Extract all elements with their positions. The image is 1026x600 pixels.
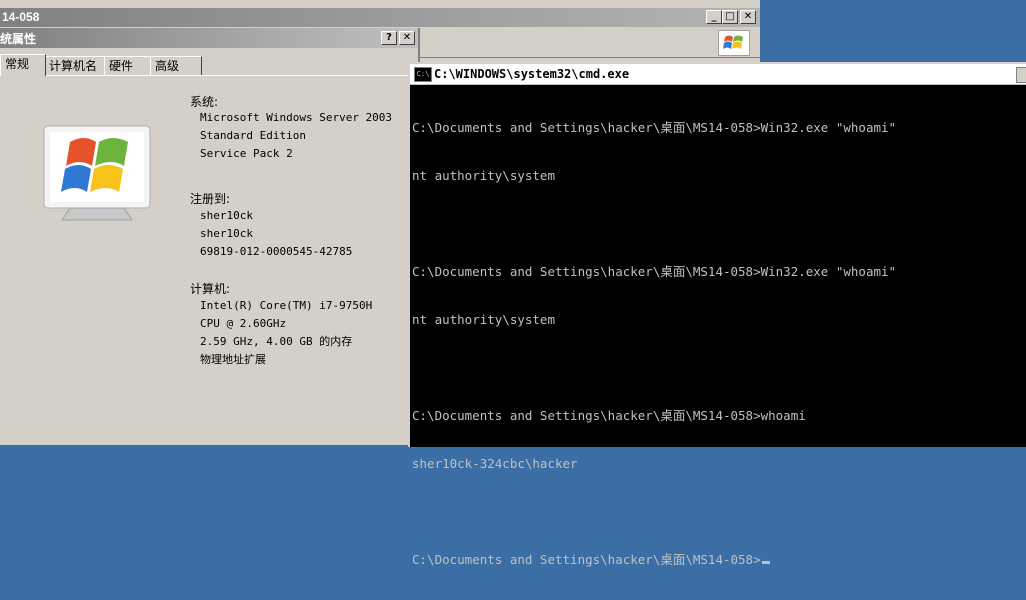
cmd-titlebar[interactable]: C:\ C:\WINDOWS\system32\cmd.exe — [410, 64, 1026, 85]
cmd-window: C:\ C:\WINDOWS\system32\cmd.exe C:\Docum… — [408, 62, 1026, 567]
tab-general[interactable]: 常规 — [0, 54, 46, 76]
memory-info: 2.59 GHz, 4.00 GB 的内存 — [200, 335, 353, 348]
close-button[interactable]: ✕ — [399, 31, 415, 45]
pae-info: 物理地址扩展 — [200, 353, 266, 366]
console-line: sher10ck-324cbc\hacker — [412, 456, 578, 471]
system-label: 系统: — [190, 95, 219, 109]
system-properties-dialog: 统属性 ? ✕ 常规 计算机名 硬件 高级 系统: Microsoft Wind… — [0, 28, 420, 445]
tab-divider — [0, 75, 412, 76]
tab-strip: 常规 计算机名 硬件 高级 — [0, 54, 418, 76]
os-service-pack: Service Pack 2 — [200, 147, 293, 160]
tab-computer-name[interactable]: 计算机名 — [44, 56, 106, 75]
explorer-toolbar — [420, 27, 760, 58]
console-prompt: C:\Documents and Settings\hacker\桌面\MS14… — [412, 552, 761, 567]
console-line: C:\Documents and Settings\hacker\桌面\MS14… — [412, 120, 897, 135]
explorer-title: 14-058 — [2, 10, 40, 24]
console-line: C:\Documents and Settings\hacker\桌面\MS14… — [412, 408, 806, 423]
sysprops-titlebar[interactable]: 统属性 ? ✕ — [0, 28, 418, 48]
tab-advanced[interactable]: 高级 — [150, 56, 202, 75]
registered-org: sher10ck — [200, 227, 253, 240]
cmd-icon: C:\ — [414, 67, 432, 82]
console-line: C:\Documents and Settings\hacker\桌面\MS14… — [412, 264, 897, 279]
console-line: nt authority\system — [412, 312, 555, 327]
console-prompt-line[interactable]: C:\Documents and Settings\hacker\桌面\MS14… — [412, 552, 896, 568]
cmd-title: C:\WINDOWS\system32\cmd.exe — [434, 67, 630, 81]
sysprops-title: 统属性 — [0, 32, 37, 46]
os-name: Microsoft Windows Server 2003 — [200, 111, 393, 124]
windows-logo-icon — [42, 124, 152, 224]
minimize-button[interactable]: _ — [706, 10, 722, 24]
maximize-button[interactable]: □ — [722, 10, 738, 24]
text-cursor — [761, 561, 770, 564]
help-button[interactable]: ? — [381, 31, 397, 45]
registered-to-label: 注册到: — [190, 192, 231, 206]
console-line: nt authority\system — [412, 168, 555, 183]
windows-flag-icon — [718, 30, 750, 56]
close-button[interactable]: ✕ — [740, 10, 756, 24]
product-id: 69819-012-0000545-42785 — [200, 245, 353, 258]
registered-user: sher10ck — [200, 209, 253, 222]
cpu-model: Intel(R) Core(TM) i7-9750H — [200, 299, 373, 312]
computer-label: 计算机: — [190, 282, 231, 296]
os-edition: Standard Edition — [200, 129, 306, 142]
cmd-caption-button[interactable] — [1016, 67, 1026, 83]
explorer-titlebar[interactable]: 14-058 _ □ ✕ — [0, 8, 760, 27]
tab-hardware[interactable]: 硬件 — [104, 56, 152, 75]
cpu-speed: CPU @ 2.60GHz — [200, 317, 287, 330]
console-output[interactable]: C:\Documents and Settings\hacker\桌面\MS14… — [412, 88, 896, 600]
